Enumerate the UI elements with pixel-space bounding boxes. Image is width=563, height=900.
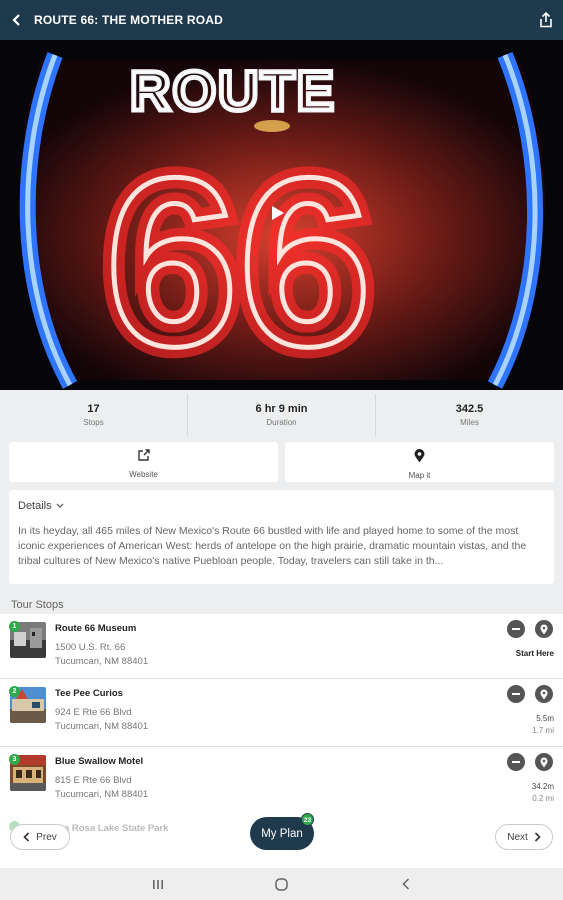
tour-stops-list: 1 Route 66 Museum 1500 U.S. Rt. 66 Tucum…	[0, 614, 563, 815]
prev-label: Prev	[36, 831, 57, 843]
chevron-left-icon	[23, 832, 30, 842]
address-line-2: Tucumcari, NM 88401	[55, 656, 149, 667]
stop-meta-primary: Start Here	[515, 649, 554, 658]
stop-name: Blue Swallow Motel	[55, 756, 144, 767]
stop-name: nta Rosa Lake State Park	[55, 823, 169, 834]
stop-address: 815 E Rte 66 Blvd Tucumcari, NM 88401	[55, 774, 148, 802]
stop-meta-secondary: 1.7 mi	[532, 726, 554, 735]
play-icon[interactable]	[266, 202, 288, 224]
map-pin-button[interactable]	[535, 685, 553, 703]
address-line-1: 924 E Rte 66 Blvd	[55, 707, 132, 718]
back-button[interactable]	[0, 0, 34, 40]
stop-number: 3	[9, 754, 20, 765]
details-label: Details	[18, 500, 52, 512]
stop-address: 1500 U.S. Rt. 66 Tucumcari, NM 88401	[55, 641, 148, 669]
stop-meta: Start Here	[516, 648, 554, 660]
list-item[interactable]: 3 Blue Swallow Motel 815 E Rte 66 Blvd T…	[0, 747, 563, 815]
my-plan-count-badge: 23	[301, 813, 314, 826]
details-text: In its heyday, all 465 miles of New Mexi…	[18, 525, 527, 567]
remove-stop-button[interactable]	[507, 685, 525, 703]
map-pin-icon	[414, 449, 425, 463]
arrow-left-icon	[12, 14, 20, 26]
next-button[interactable]: Next	[495, 824, 553, 850]
svg-text:66: 66	[105, 128, 372, 390]
stat-label: Miles	[460, 418, 479, 427]
map-pin-button[interactable]	[535, 620, 553, 638]
stop-number: 2	[9, 686, 20, 697]
stat-label: Duration	[266, 418, 297, 427]
chevron-right-icon	[534, 832, 541, 842]
svg-text:ROUTE: ROUTE	[130, 59, 336, 122]
stop-meta-primary: 5.5m	[536, 714, 554, 723]
stat-value: 17	[87, 403, 100, 415]
details-toggle[interactable]: Details	[18, 500, 545, 512]
page-title: ROUTE 66: THE MOTHER ROAD	[34, 13, 224, 27]
recents-icon	[152, 879, 163, 889]
remove-stop-button[interactable]	[507, 753, 525, 771]
system-back-button[interactable]	[344, 868, 468, 900]
map-it-label: Map it	[408, 471, 431, 480]
map-it-button[interactable]: Map it	[285, 442, 554, 482]
details-card: Details In its heyday, all 465 miles of …	[9, 490, 554, 584]
tour-stats: 17 Stops 6 hr 9 min Duration 342.5 Miles	[0, 394, 563, 436]
list-item[interactable]: 1 Route 66 Museum 1500 U.S. Rt. 66 Tucum…	[0, 614, 563, 679]
address-line-1: 815 E Rte 66 Blvd	[55, 775, 132, 786]
address-line-2: Tucumcari, NM 88401	[55, 789, 149, 800]
stop-meta: 5.5m 1.7 mi	[532, 713, 554, 737]
system-nav-bar	[0, 868, 563, 900]
stop-meta: 34.2m 0.2 mi	[532, 781, 554, 805]
address-line-1: 1500 U.S. Rt. 66	[55, 642, 126, 653]
stop-address: 924 E Rte 66 Blvd Tucumcari, NM 88401	[55, 706, 148, 734]
stat-stops: 17 Stops	[0, 394, 188, 436]
stop-meta-primary: 34.2m	[531, 782, 554, 791]
website-label: Website	[129, 470, 158, 479]
back-chevron-icon	[401, 878, 409, 890]
stat-label: Stops	[83, 418, 104, 427]
next-label: Next	[507, 831, 528, 843]
stat-value: 6 hr 9 min	[255, 403, 308, 415]
stop-meta-secondary: 0.2 mi	[532, 794, 554, 803]
hero-video[interactable]: ROUTE ROUTE 66 66	[0, 40, 563, 390]
tour-stops-title: Tour Stops	[11, 599, 64, 611]
stat-value: 342.5	[455, 403, 484, 415]
chevron-down-icon	[56, 503, 64, 508]
stop-name: Tee Pee Curios	[55, 688, 123, 699]
map-pin-icon	[540, 689, 548, 699]
external-link-icon	[138, 449, 150, 461]
stat-miles: 342.5 Miles	[376, 394, 563, 436]
list-item[interactable]: 2 Tee Pee Curios 924 E Rte 66 Blvd Tucum…	[0, 679, 563, 747]
stop-number: 1	[9, 621, 20, 632]
action-buttons: Website Map it	[9, 442, 554, 482]
app-header: ROUTE 66: THE MOTHER ROAD	[0, 0, 563, 40]
stat-duration: 6 hr 9 min Duration	[188, 394, 376, 436]
home-button[interactable]	[220, 868, 344, 900]
my-plan-label: My Plan	[261, 827, 303, 840]
share-button[interactable]	[529, 0, 563, 40]
home-circle-icon	[275, 877, 288, 891]
recent-apps-button[interactable]	[96, 868, 220, 900]
share-icon	[540, 12, 552, 28]
remove-stop-button[interactable]	[507, 620, 525, 638]
map-pin-icon	[540, 757, 548, 767]
address-line-2: Tucumcari, NM 88401	[55, 721, 149, 732]
prev-button[interactable]: Prev	[10, 824, 70, 850]
map-pin-icon	[540, 624, 548, 634]
website-button[interactable]: Website	[9, 442, 278, 482]
map-pin-button[interactable]	[535, 753, 553, 771]
stop-name: Route 66 Museum	[55, 623, 137, 634]
